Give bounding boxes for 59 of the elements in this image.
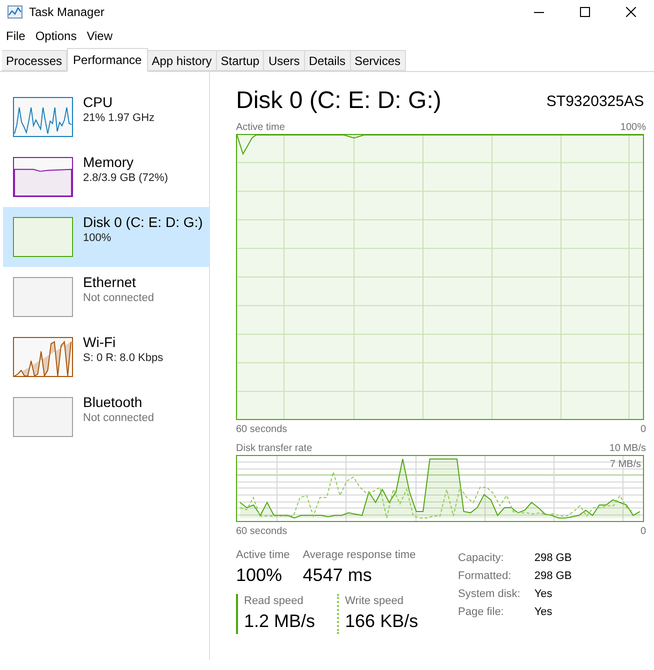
chart-label: Disk transfer rate <box>236 442 312 455</box>
resource-name: Bluetooth <box>83 393 144 411</box>
resource-list-item[interactable]: Memory 2.8/3.9 GB (72%) <box>3 147 209 207</box>
resource-detail: 2.8/3.9 GB (72%) <box>83 171 168 185</box>
resource-list-item[interactable]: Disk 0 (C: E: D: G:) 100% <box>3 207 209 267</box>
stat-value: 1.2 MB/s <box>244 610 316 633</box>
tab[interactable]: Performance <box>67 48 148 72</box>
property-label: Capacity: <box>458 551 505 566</box>
scale-marker-label: 7 MB/s <box>610 459 641 471</box>
axis-max-label: 10 MB/s <box>609 442 646 455</box>
resource-name: Disk 0 (C: E: D: G:) <box>83 213 203 231</box>
stat-value: 166 KB/s <box>345 610 418 633</box>
chart-label: Active time <box>236 121 285 134</box>
resource-name: Memory <box>83 153 135 171</box>
menu-item[interactable]: View <box>82 27 118 45</box>
stat-value: 4547 ms <box>302 564 373 587</box>
axis-min-label: 0 <box>640 423 646 436</box>
tab[interactable]: App history <box>148 50 217 71</box>
tab[interactable]: Users <box>264 50 305 71</box>
maximize-icon <box>580 7 590 17</box>
resource-list-item[interactable]: Wi-Fi S: 0 R: 8.0 Kbps <box>3 327 209 387</box>
resource-detail: Not connected <box>83 291 154 305</box>
disk-model: ST9320325AS <box>546 92 644 112</box>
time-span-label: 60 seconds <box>236 423 288 436</box>
stat-label: Read speed <box>244 594 304 608</box>
property-label: Page file: <box>458 605 505 620</box>
tab[interactable]: Details <box>304 50 350 71</box>
resource-list-item[interactable]: Ethernet Not connected <box>3 267 209 327</box>
property-value: Yes <box>534 605 554 620</box>
stat-label: Active time <box>236 548 290 562</box>
property-value: 298 GB <box>534 569 572 584</box>
window-title: Task Manager <box>29 4 104 21</box>
stat-value: 100% <box>236 564 284 587</box>
disk-title: Disk 0 (C: E: D: G:) <box>236 86 442 116</box>
resource-list-item[interactable]: Bluetooth Not connected <box>3 387 209 447</box>
menu-item[interactable]: File <box>1 27 30 45</box>
resource-list-item[interactable]: CPU 21% 1.97 GHz <box>3 87 209 147</box>
property-label: System disk: <box>458 587 520 602</box>
time-span-label: 60 seconds <box>236 525 288 538</box>
resource-name: Wi-Fi <box>83 333 117 351</box>
resource-detail: S: 0 R: 8.0 Kbps <box>83 351 164 365</box>
axis-min-label: 0 <box>640 525 646 538</box>
tab[interactable]: Services <box>350 50 406 71</box>
property-value: Yes <box>534 587 554 602</box>
axis-max-label: 100% <box>620 121 646 134</box>
property-value: 298 GB <box>534 551 572 566</box>
tab[interactable]: Startup <box>216 50 264 71</box>
menu-item[interactable]: Options <box>30 27 82 45</box>
stat-label: Write speed <box>345 594 405 608</box>
stat-label: Average response time <box>302 548 416 562</box>
tab[interactable]: Processes <box>2 50 68 71</box>
resource-name: Ethernet <box>83 273 137 291</box>
graph-window-icon <box>7 5 23 19</box>
resource-name: CPU <box>83 93 114 111</box>
property-label: Formatted: <box>458 569 512 584</box>
resource-detail: Not connected <box>83 411 154 425</box>
close-icon <box>626 7 636 17</box>
resource-detail: 21% 1.97 GHz <box>83 111 155 125</box>
resource-detail: 100% <box>83 231 112 245</box>
